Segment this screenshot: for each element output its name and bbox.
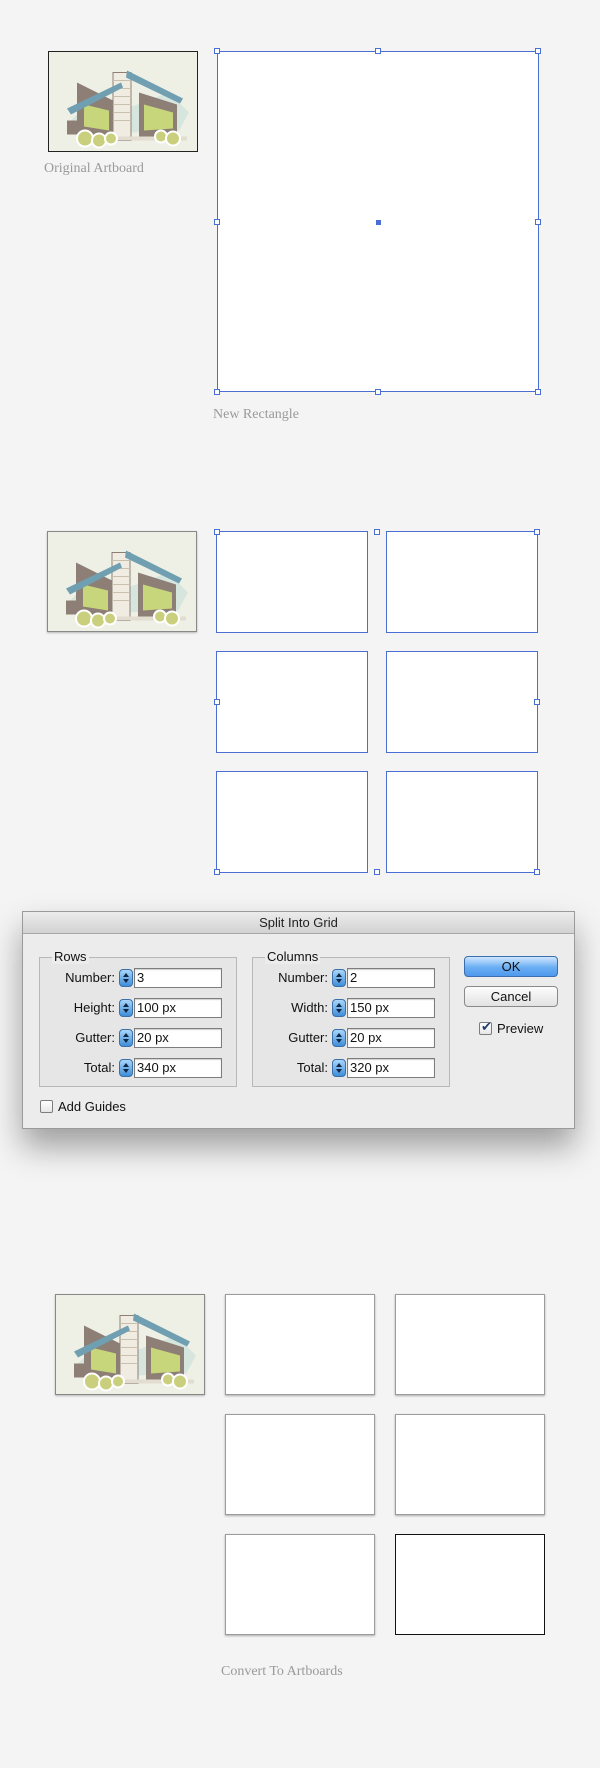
artboard-6[interactable]: [225, 1534, 375, 1635]
artboard-3[interactable]: [395, 1294, 545, 1395]
rows-gutter-field[interactable]: 20 px: [134, 1028, 222, 1048]
grid-handle-tr[interactable]: [534, 529, 540, 535]
rows-height-field[interactable]: 100 px: [134, 998, 222, 1018]
resize-handle-b[interactable]: [375, 389, 381, 395]
preview-checkbox[interactable]: ✔: [479, 1020, 492, 1035]
rows-height-stepper[interactable]: [119, 999, 133, 1017]
columns-total-stepper[interactable]: [332, 1059, 346, 1077]
rows-total-stepper[interactable]: [119, 1059, 133, 1077]
house-illustration: [56, 1295, 204, 1394]
resize-handle-br[interactable]: [535, 389, 541, 395]
columns-group: Columns Number: 2 Width: 150 px Gutter: …: [252, 949, 450, 1087]
rows-number-field[interactable]: 3: [134, 968, 222, 988]
resize-handle-l[interactable]: [214, 219, 220, 225]
grid-handle-bl[interactable]: [214, 869, 220, 875]
add-guides-checkbox[interactable]: [40, 1100, 53, 1113]
artboard-7-active[interactable]: [395, 1534, 545, 1635]
grid-cell-r1c1[interactable]: [216, 531, 368, 633]
grid-handle-br[interactable]: [534, 869, 540, 875]
grid-handle-l[interactable]: [214, 699, 220, 705]
resize-handle-tr[interactable]: [535, 48, 541, 54]
columns-total-label: Total:: [296, 1060, 328, 1075]
caption-new-rectangle: New Rectangle: [213, 407, 299, 422]
artboard-thumbnail-grid-step: [47, 531, 197, 632]
rows-gutter-label: Gutter:: [75, 1030, 115, 1045]
rows-number-label: Number:: [65, 970, 115, 985]
rows-number-stepper[interactable]: [119, 969, 133, 987]
add-guides-label: Add Guides: [58, 1099, 126, 1114]
columns-gutter-label: Gutter:: [288, 1030, 328, 1045]
checkmark-icon: ✔: [481, 1020, 492, 1035]
columns-width-label: Width:: [291, 1000, 328, 1015]
rows-total-field[interactable]: 340 px: [134, 1058, 222, 1078]
grid-handle-b[interactable]: [374, 869, 380, 875]
preview-label: Preview: [497, 1021, 544, 1036]
split-into-grid-dialog: Split Into Grid Rows Number: 3 Height: 1…: [22, 911, 575, 1129]
center-point: [376, 220, 381, 225]
original-artboard-thumbnail: [48, 51, 198, 152]
resize-handle-r[interactable]: [535, 219, 541, 225]
grid-cell-r2c1[interactable]: [216, 651, 368, 753]
ok-button[interactable]: OK: [464, 956, 558, 977]
resize-handle-tl[interactable]: [214, 48, 220, 54]
artboard-2[interactable]: [225, 1294, 375, 1395]
columns-width-field[interactable]: 150 px: [347, 998, 435, 1018]
rows-total-label: Total:: [83, 1060, 115, 1075]
columns-legend: Columns: [265, 949, 321, 964]
artboard-4[interactable]: [225, 1414, 375, 1515]
caption-convert-to-artboards: Convert To Artboards: [221, 1664, 343, 1679]
resize-handle-t[interactable]: [375, 48, 381, 54]
columns-number-field[interactable]: 2: [347, 968, 435, 988]
cancel-button[interactable]: Cancel: [464, 986, 558, 1007]
rows-gutter-stepper[interactable]: [119, 1029, 133, 1047]
rows-legend: Rows: [52, 949, 89, 964]
grid-handle-tl[interactable]: [214, 529, 220, 535]
artboard-1-thumbnail: [55, 1294, 205, 1395]
caption-original-artboard: Original Artboard: [44, 161, 144, 176]
house-illustration: [49, 52, 197, 151]
grid-cell-r3c2[interactable]: [386, 771, 538, 873]
grid-handle-t[interactable]: [374, 529, 380, 535]
columns-width-stepper[interactable]: [332, 999, 346, 1017]
resize-handle-bl[interactable]: [214, 389, 220, 395]
dialog-title: Split Into Grid: [23, 912, 574, 934]
rows-height-label: Height:: [73, 1000, 115, 1015]
grid-handle-r[interactable]: [534, 699, 540, 705]
house-illustration: [48, 532, 196, 631]
columns-number-stepper[interactable]: [332, 969, 346, 987]
grid-cell-r1c2[interactable]: [386, 531, 538, 633]
rows-group: Rows Number: 3 Height: 100 px Gutter: 20…: [39, 949, 237, 1087]
grid-cell-r3c1[interactable]: [216, 771, 368, 873]
artboard-5[interactable]: [395, 1414, 545, 1515]
columns-total-field[interactable]: 320 px: [347, 1058, 435, 1078]
columns-gutter-stepper[interactable]: [332, 1029, 346, 1047]
columns-gutter-field[interactable]: 20 px: [347, 1028, 435, 1048]
grid-cell-r2c2[interactable]: [386, 651, 538, 753]
columns-number-label: Number:: [278, 970, 328, 985]
